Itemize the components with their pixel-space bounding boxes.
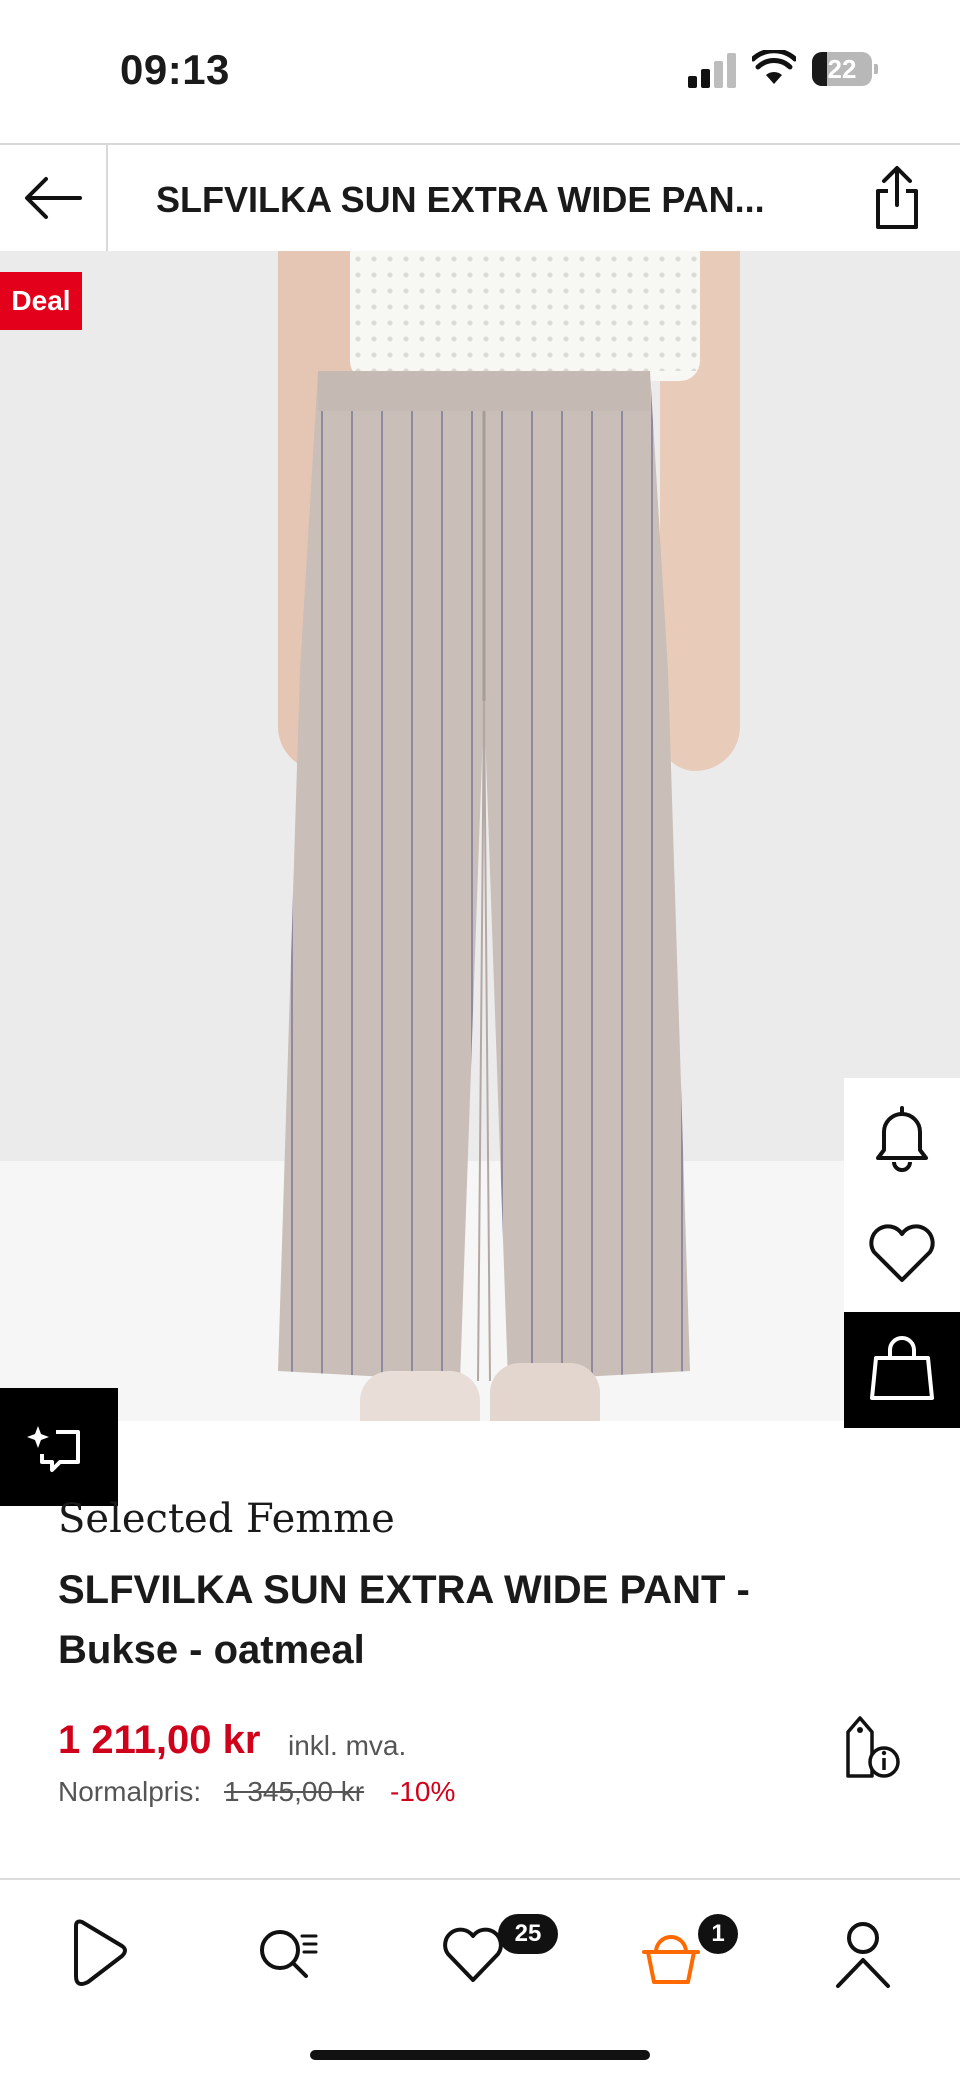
bell-icon — [876, 1106, 928, 1172]
product-header: SLFVILKA SUN EXTRA WIDE PAN... — [0, 143, 960, 253]
price-tag-info-icon — [846, 1716, 900, 1778]
discount-percent: -10% — [390, 1776, 456, 1807]
status-bar: 09:13 22 — [0, 0, 960, 140]
home-play-icon — [74, 1919, 127, 1986]
header-title: SLFVILKA SUN EXTRA WIDE PAN... — [156, 179, 765, 220]
battery-indicator: 22 — [812, 52, 878, 86]
nav-profile[interactable] — [818, 1908, 908, 1998]
basket-count-badge: 1 — [698, 1914, 738, 1954]
share-button[interactable] — [862, 163, 932, 233]
normal-price-label: Normalpris: — [58, 1776, 202, 1807]
nav-home[interactable] — [54, 1908, 144, 1998]
cellular-signal-icon — [688, 52, 738, 88]
ai-assistant-button[interactable] — [0, 1388, 118, 1506]
product-image[interactable] — [0, 251, 960, 1421]
price-info-button[interactable] — [836, 1712, 908, 1784]
share-icon — [876, 166, 918, 229]
back-button[interactable] — [0, 145, 108, 251]
sparkle-chat-icon — [27, 1426, 80, 1472]
deal-badge: Deal — [0, 272, 82, 330]
current-price: 1 211,00 kr — [58, 1718, 261, 1762]
status-time: 09:13 — [120, 46, 230, 93]
brand-name[interactable]: Selected Femme — [58, 1496, 395, 1542]
wishlist-count-badge: 25 — [498, 1914, 558, 1954]
wishlist-button[interactable] — [844, 1194, 960, 1312]
pants-illustration — [278, 371, 690, 1381]
nav-search[interactable] — [244, 1908, 334, 1998]
vat-note: inkl. mva. — [288, 1730, 407, 1761]
home-indicator — [310, 2050, 650, 2060]
shopping-bag-icon — [870, 1336, 934, 1400]
battery-level: 22 — [827, 54, 857, 84]
profile-icon — [836, 1922, 890, 1988]
notify-button[interactable] — [844, 1078, 960, 1194]
add-to-bag-button[interactable] — [844, 1312, 960, 1428]
search-list-icon — [260, 1930, 318, 1978]
product-name: SLFVILKA SUN EXTRA WIDE PANT - Bukse - o… — [58, 1568, 750, 1672]
normal-price: 1 345,00 kr — [224, 1776, 365, 1807]
heart-icon — [869, 1224, 935, 1282]
arrow-left-icon — [25, 177, 82, 219]
wifi-icon — [752, 50, 796, 84]
